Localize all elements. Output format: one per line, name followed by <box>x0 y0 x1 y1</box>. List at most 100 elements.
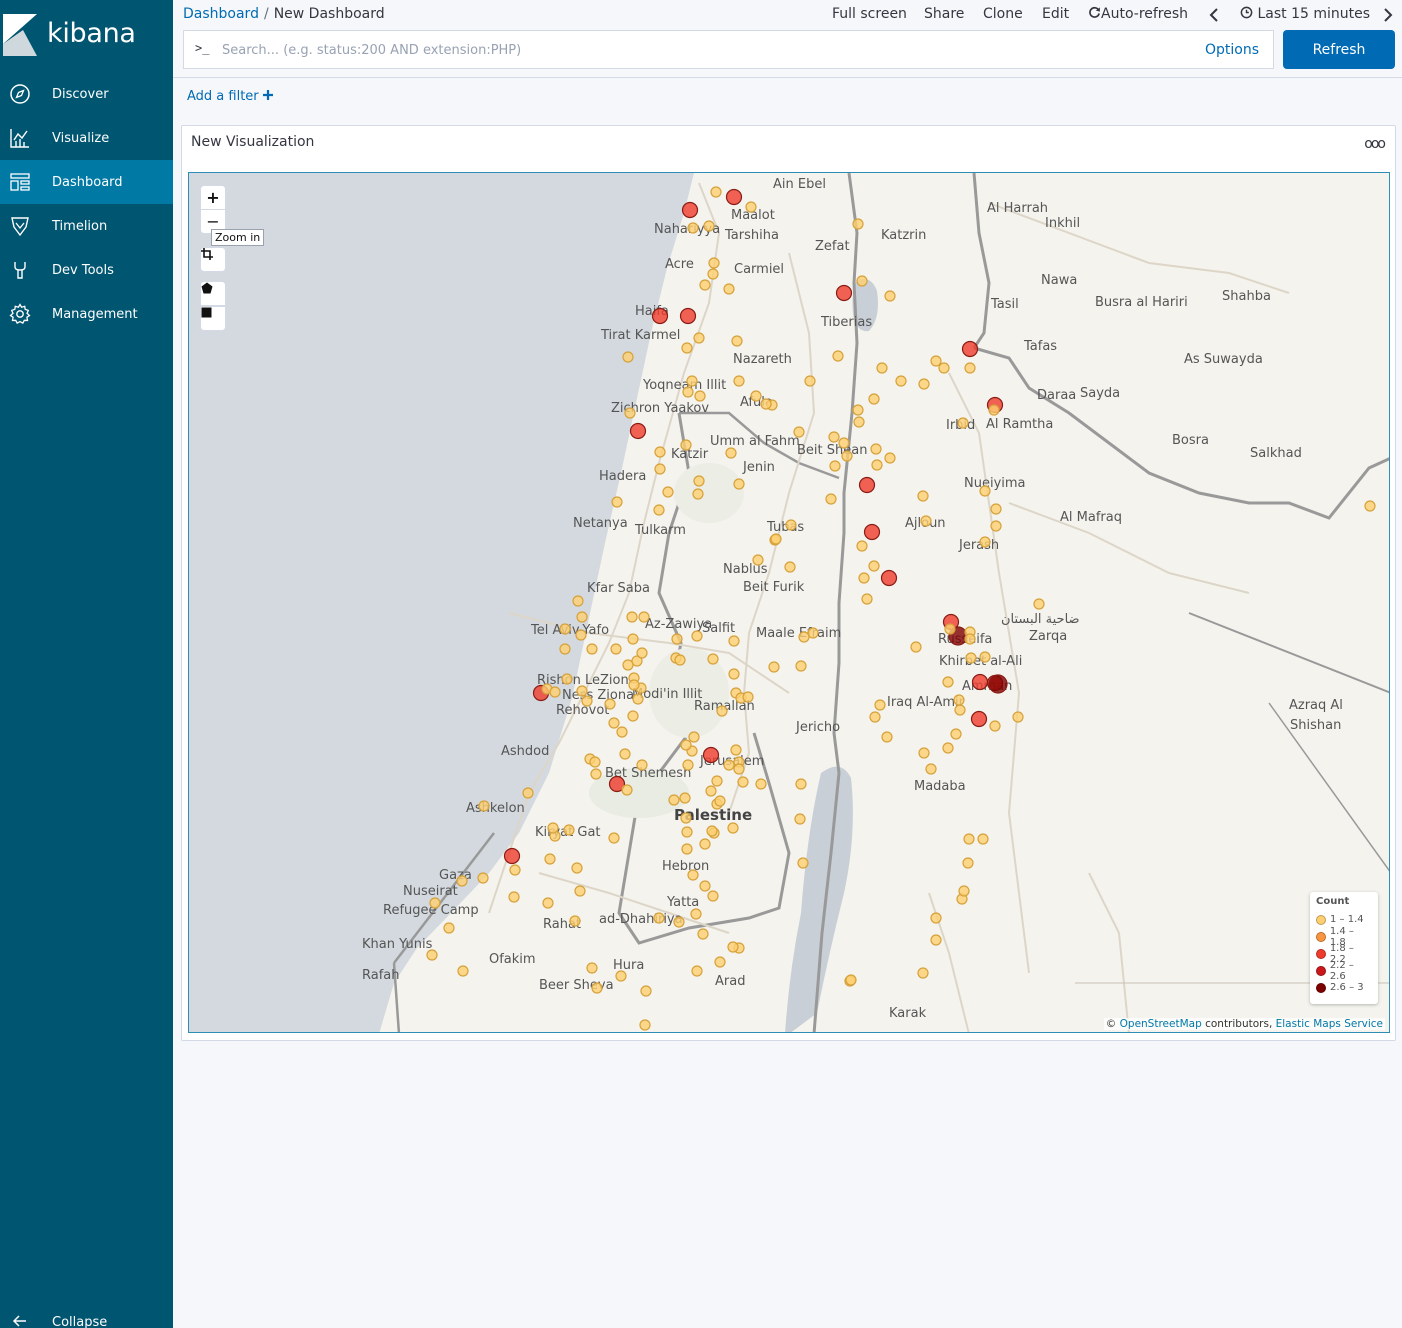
count-marker[interactable] <box>961 340 979 358</box>
count-marker[interactable] <box>785 519 797 531</box>
count-marker[interactable] <box>680 739 692 751</box>
count-marker[interactable] <box>871 459 883 471</box>
count-marker[interactable] <box>942 676 954 688</box>
count-marker[interactable] <box>575 629 587 641</box>
count-marker[interactable] <box>632 693 644 705</box>
count-marker[interactable] <box>694 390 706 402</box>
count-marker[interactable] <box>804 375 816 387</box>
count-marker[interactable] <box>571 862 583 874</box>
count-marker[interactable] <box>477 872 489 884</box>
panel-options-button[interactable]: ooo <box>1364 136 1386 152</box>
count-marker[interactable] <box>708 257 720 269</box>
count-marker[interactable] <box>730 744 742 756</box>
count-marker[interactable] <box>863 523 881 541</box>
count-marker[interactable] <box>581 695 593 707</box>
count-marker[interactable] <box>716 705 728 717</box>
count-marker[interactable] <box>832 350 844 362</box>
count-marker[interactable] <box>868 393 880 405</box>
count-marker[interactable] <box>706 825 718 837</box>
search-input[interactable] <box>222 37 1182 63</box>
count-marker[interactable] <box>838 437 850 449</box>
count-marker[interactable] <box>714 795 726 807</box>
count-marker[interactable] <box>638 611 650 623</box>
chevron-right-icon[interactable] <box>1383 8 1393 22</box>
count-marker[interactable] <box>615 970 627 982</box>
count-marker[interactable] <box>731 335 743 347</box>
count-marker[interactable] <box>572 595 584 607</box>
count-marker[interactable] <box>918 747 930 759</box>
count-marker[interactable] <box>760 398 772 410</box>
count-marker[interactable] <box>703 220 715 232</box>
count-marker[interactable] <box>559 623 571 635</box>
sidebar-item-dev-tools[interactable]: Dev Tools <box>0 248 173 292</box>
count-marker[interactable] <box>693 332 705 344</box>
count-marker[interactable] <box>522 787 534 799</box>
count-marker[interactable] <box>979 536 991 548</box>
count-marker[interactable] <box>971 673 989 691</box>
count-marker[interactable] <box>616 726 628 738</box>
count-marker[interactable] <box>668 794 680 806</box>
count-marker[interactable] <box>586 643 598 655</box>
refresh-button[interactable]: Refresh <box>1283 30 1395 69</box>
count-marker[interactable] <box>979 651 991 663</box>
count-marker[interactable] <box>711 775 723 787</box>
draw-rectangle-button[interactable] <box>200 306 226 331</box>
count-marker[interactable] <box>604 698 616 710</box>
count-marker[interactable] <box>456 875 468 887</box>
count-marker[interactable] <box>697 928 709 940</box>
count-marker[interactable] <box>687 869 699 881</box>
full-screen-button[interactable]: Full screen <box>832 6 907 22</box>
options-button[interactable]: Options <box>1205 42 1259 58</box>
count-marker[interactable] <box>954 704 966 716</box>
count-marker[interactable] <box>662 486 674 498</box>
chevron-left-icon[interactable] <box>1209 8 1219 22</box>
count-marker[interactable] <box>795 660 807 672</box>
count-marker[interactable] <box>673 916 685 928</box>
count-marker[interactable] <box>457 965 469 977</box>
count-marker[interactable] <box>547 822 559 834</box>
count-marker[interactable] <box>653 504 665 516</box>
draw-polygon-button[interactable] <box>200 281 226 306</box>
breadcrumb-dashboard-link[interactable]: Dashboard <box>183 6 259 22</box>
count-marker[interactable] <box>627 633 639 645</box>
count-marker[interactable] <box>1033 598 1045 610</box>
kibana-logo[interactable]: kibana <box>0 0 173 75</box>
coordinate-map[interactable]: Ain Ebel Maalot Nahariyya Tarshiha Zefat Katz… <box>188 172 1390 1033</box>
count-marker[interactable] <box>559 643 571 655</box>
count-marker[interactable] <box>989 720 1001 732</box>
count-marker[interactable] <box>681 342 693 354</box>
count-marker[interactable] <box>629 422 647 440</box>
count-marker[interactable] <box>628 679 640 691</box>
count-marker[interactable] <box>590 768 602 780</box>
count-marker[interactable] <box>950 728 962 740</box>
count-marker[interactable] <box>876 362 888 374</box>
count-marker[interactable] <box>942 742 954 754</box>
add-filter-button[interactable]: Add a filter <box>187 89 273 104</box>
count-marker[interactable] <box>920 515 932 527</box>
count-marker[interactable] <box>574 885 586 897</box>
count-marker[interactable] <box>728 668 740 680</box>
count-marker[interactable] <box>699 880 711 892</box>
count-marker[interactable] <box>686 375 698 387</box>
count-marker[interactable] <box>611 496 623 508</box>
count-marker[interactable] <box>561 673 573 685</box>
count-marker[interactable] <box>884 452 896 464</box>
count-marker[interactable] <box>988 404 1000 416</box>
count-marker[interactable] <box>752 554 764 566</box>
count-marker[interactable] <box>828 431 840 443</box>
count-marker[interactable] <box>681 843 693 855</box>
count-marker[interactable] <box>576 685 588 697</box>
count-marker[interactable] <box>622 351 634 363</box>
count-marker[interactable] <box>881 731 893 743</box>
zoom-in-button[interactable]: + <box>200 185 226 210</box>
ems-link[interactable]: Elastic Maps Service <box>1276 1018 1383 1030</box>
count-marker[interactable] <box>692 488 704 500</box>
sidebar-item-management[interactable]: Management <box>0 292 173 336</box>
count-marker[interactable] <box>707 890 719 902</box>
count-marker[interactable] <box>930 355 942 367</box>
count-marker[interactable] <box>636 647 648 659</box>
count-marker[interactable] <box>733 478 745 490</box>
count-marker[interactable] <box>861 593 873 605</box>
count-marker[interactable] <box>957 417 969 429</box>
count-marker[interactable] <box>688 731 700 743</box>
